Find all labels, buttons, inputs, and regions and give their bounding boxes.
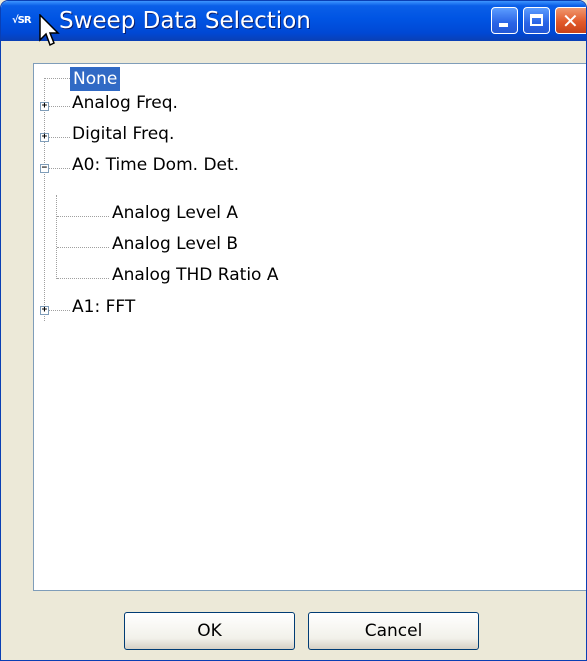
tree-connector xyxy=(49,168,70,169)
close-icon: ✕ xyxy=(562,9,579,33)
cancel-button[interactable]: Cancel xyxy=(308,612,479,650)
collapse-icon[interactable]: − xyxy=(40,164,49,173)
minimize-icon xyxy=(499,23,508,27)
minimize-button[interactable] xyxy=(491,7,518,34)
tree-connector xyxy=(56,195,57,279)
tree-item-digital-freq[interactable]: Digital Freq. xyxy=(72,124,174,150)
tree-connector xyxy=(57,247,109,248)
tree-connector xyxy=(49,137,70,138)
tree-connector xyxy=(49,106,70,107)
tree-item-label: Analog Level A xyxy=(112,203,239,223)
tree-connector xyxy=(45,78,70,79)
tree-connector xyxy=(44,78,45,321)
tree-item-label: A1: FFT xyxy=(72,297,136,317)
tree-connector xyxy=(57,216,109,217)
tree-item-analog-freq[interactable]: Analog Freq. xyxy=(72,93,178,119)
tree-item-a0-time-dom-det[interactable]: A0: Time Dom. Det. xyxy=(72,155,239,181)
tree-item-label: Analog THD Ratio A xyxy=(112,265,279,285)
dialog-footer: OK Cancel xyxy=(33,591,586,660)
expand-icon[interactable]: + xyxy=(40,102,49,111)
mouse-cursor-icon xyxy=(39,14,60,47)
tree-item-label: Analog Freq. xyxy=(72,93,178,113)
title-bar[interactable]: √SR Sweep Data Selection ✕ xyxy=(1,1,586,47)
tree-item-a1-fft[interactable]: A1: FFT xyxy=(72,297,135,323)
window-title: Sweep Data Selection xyxy=(59,8,311,34)
tree-item-analog-thd-ratio-a[interactable]: Analog THD Ratio A xyxy=(112,265,278,291)
expand-icon[interactable]: + xyxy=(40,306,49,315)
ok-button[interactable]: OK xyxy=(124,612,295,650)
dialog-window: √SR Sweep Data Selection ✕ None + Analog… xyxy=(0,0,587,661)
tree-item-analog-level-b[interactable]: Analog Level B xyxy=(112,234,238,260)
tree-item-label: Analog Level B xyxy=(112,234,239,254)
tree-item-label: Digital Freq. xyxy=(72,124,175,144)
tree-item-label: A0: Time Dom. Det. xyxy=(72,155,240,175)
close-button[interactable]: ✕ xyxy=(555,7,586,34)
tree-item-none[interactable]: None xyxy=(70,67,121,91)
tree-connector xyxy=(49,310,70,311)
app-icon: √SR xyxy=(12,15,32,26)
tree-item-label: None xyxy=(73,69,118,89)
maximize-button[interactable] xyxy=(523,7,550,34)
tree-item-analog-level-a[interactable]: Analog Level A xyxy=(112,203,238,229)
maximize-icon xyxy=(530,14,543,26)
expand-icon[interactable]: + xyxy=(40,133,49,142)
tree-connector xyxy=(57,278,109,279)
sweep-data-tree[interactable]: None + Analog Freq. + Digital Freq. − A0… xyxy=(33,63,586,591)
